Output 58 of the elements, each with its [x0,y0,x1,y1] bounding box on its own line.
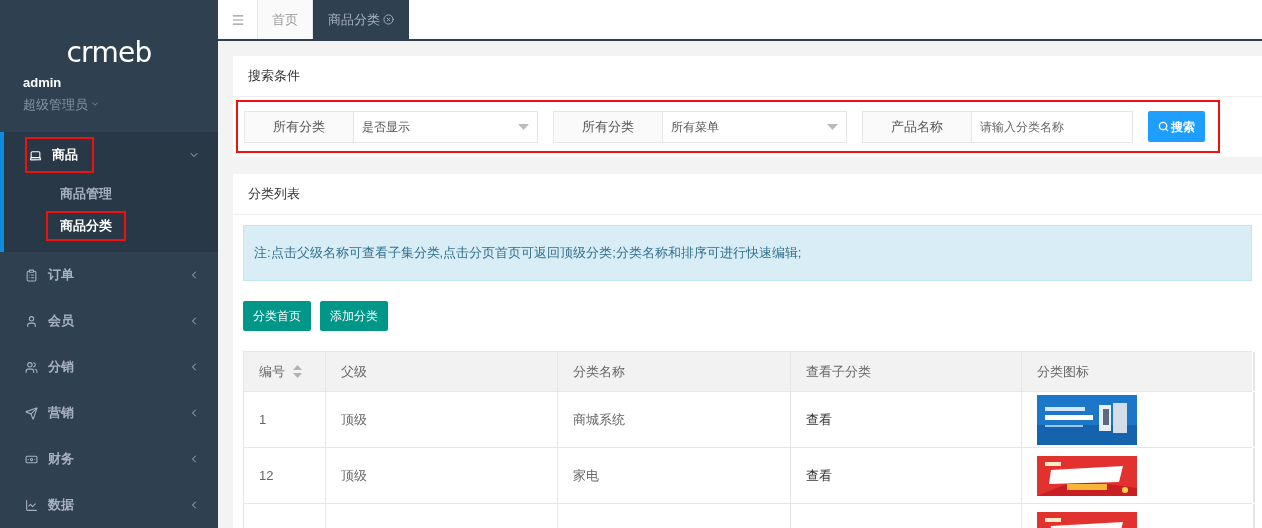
sidebar-item[interactable]: 财务 [0,436,218,482]
page-tab[interactable]: 商品分类 [313,0,409,39]
search-icon [1158,121,1169,132]
menu-icon [230,12,245,27]
action-button[interactable]: 添加分类 [320,301,388,331]
user-icon [25,314,38,328]
menu-label: 分销 [48,358,74,377]
user-name: admin [23,74,63,92]
caret-icon [827,123,838,130]
panel-title: 分类列表 [248,185,300,204]
clipboard-icon [25,268,38,282]
sidebar-item[interactable]: 分销 [0,344,218,390]
sidebar-item[interactable]: 会员 [0,298,218,344]
table-cell-text: 顶级 [341,410,367,429]
menu-label: 会员 [48,312,74,331]
laptop-icon [29,148,42,162]
view-link[interactable]: 查看 [806,465,832,486]
column-header: 分类名称 [558,352,791,391]
caret-icon [518,123,529,130]
column-header[interactable]: 编号 [244,352,326,391]
filter-label: 产品名称 [862,110,972,143]
table-cell-text: 12 [259,466,274,485]
filter-label: 所有分类 [244,110,354,143]
view-link[interactable]: 查看 [806,409,832,430]
column-header: 父级 [326,352,558,391]
filter-label: 所有分类 [553,110,663,143]
submenu-item[interactable]: 商品管理 [46,179,126,209]
search-field[interactable]: 请输入分类名称 [972,110,1133,143]
menu-label: 订单 [48,266,74,285]
close-icon[interactable] [383,14,394,25]
line-chart-icon [25,498,38,512]
table-cell-text: 顶级 [341,466,367,485]
sidebar-item[interactable]: 数据 [0,482,218,528]
sidebar-item[interactable]: 商品 [4,132,218,178]
menu-label: 财务 [48,450,74,469]
filter-select[interactable]: 是否显示 [354,110,538,143]
table-cell-text: 1 [259,410,267,429]
column-header: 查看子分类 [791,352,1022,391]
sort-icon[interactable] [293,365,302,378]
panel-title: 搜索条件 [248,67,300,86]
page-tab[interactable]: 首页 [258,0,313,39]
menu-label: 营销 [48,404,74,423]
table-cell-text: 家电 [573,466,599,485]
role-dropdown[interactable]: 超级管理员 [23,94,195,114]
search-button[interactable]: 搜索 [1148,111,1205,142]
notice-alert: 注:点击父级名称可查看子集分类,点击分页首页可返回顶级分类;分类名称和排序可进行快速编辑; [243,225,1252,281]
paper-plane-icon [25,406,38,420]
table-cell-text: 商城系统 [573,410,625,429]
column-header: 分类图标 [1022,352,1254,391]
logo: crmeb [66,39,152,67]
sidebar-item[interactable]: 订单 [0,252,218,298]
menu-label: 商品 [52,146,78,165]
sidebar-item[interactable]: 营销 [0,390,218,436]
submenu-item[interactable]: 商品分类 [46,211,126,241]
menu-label: 数据 [48,496,74,515]
filter-select[interactable]: 所有菜单 [663,110,847,143]
action-button[interactable]: 分类首页 [243,301,311,331]
users-icon [25,360,38,374]
